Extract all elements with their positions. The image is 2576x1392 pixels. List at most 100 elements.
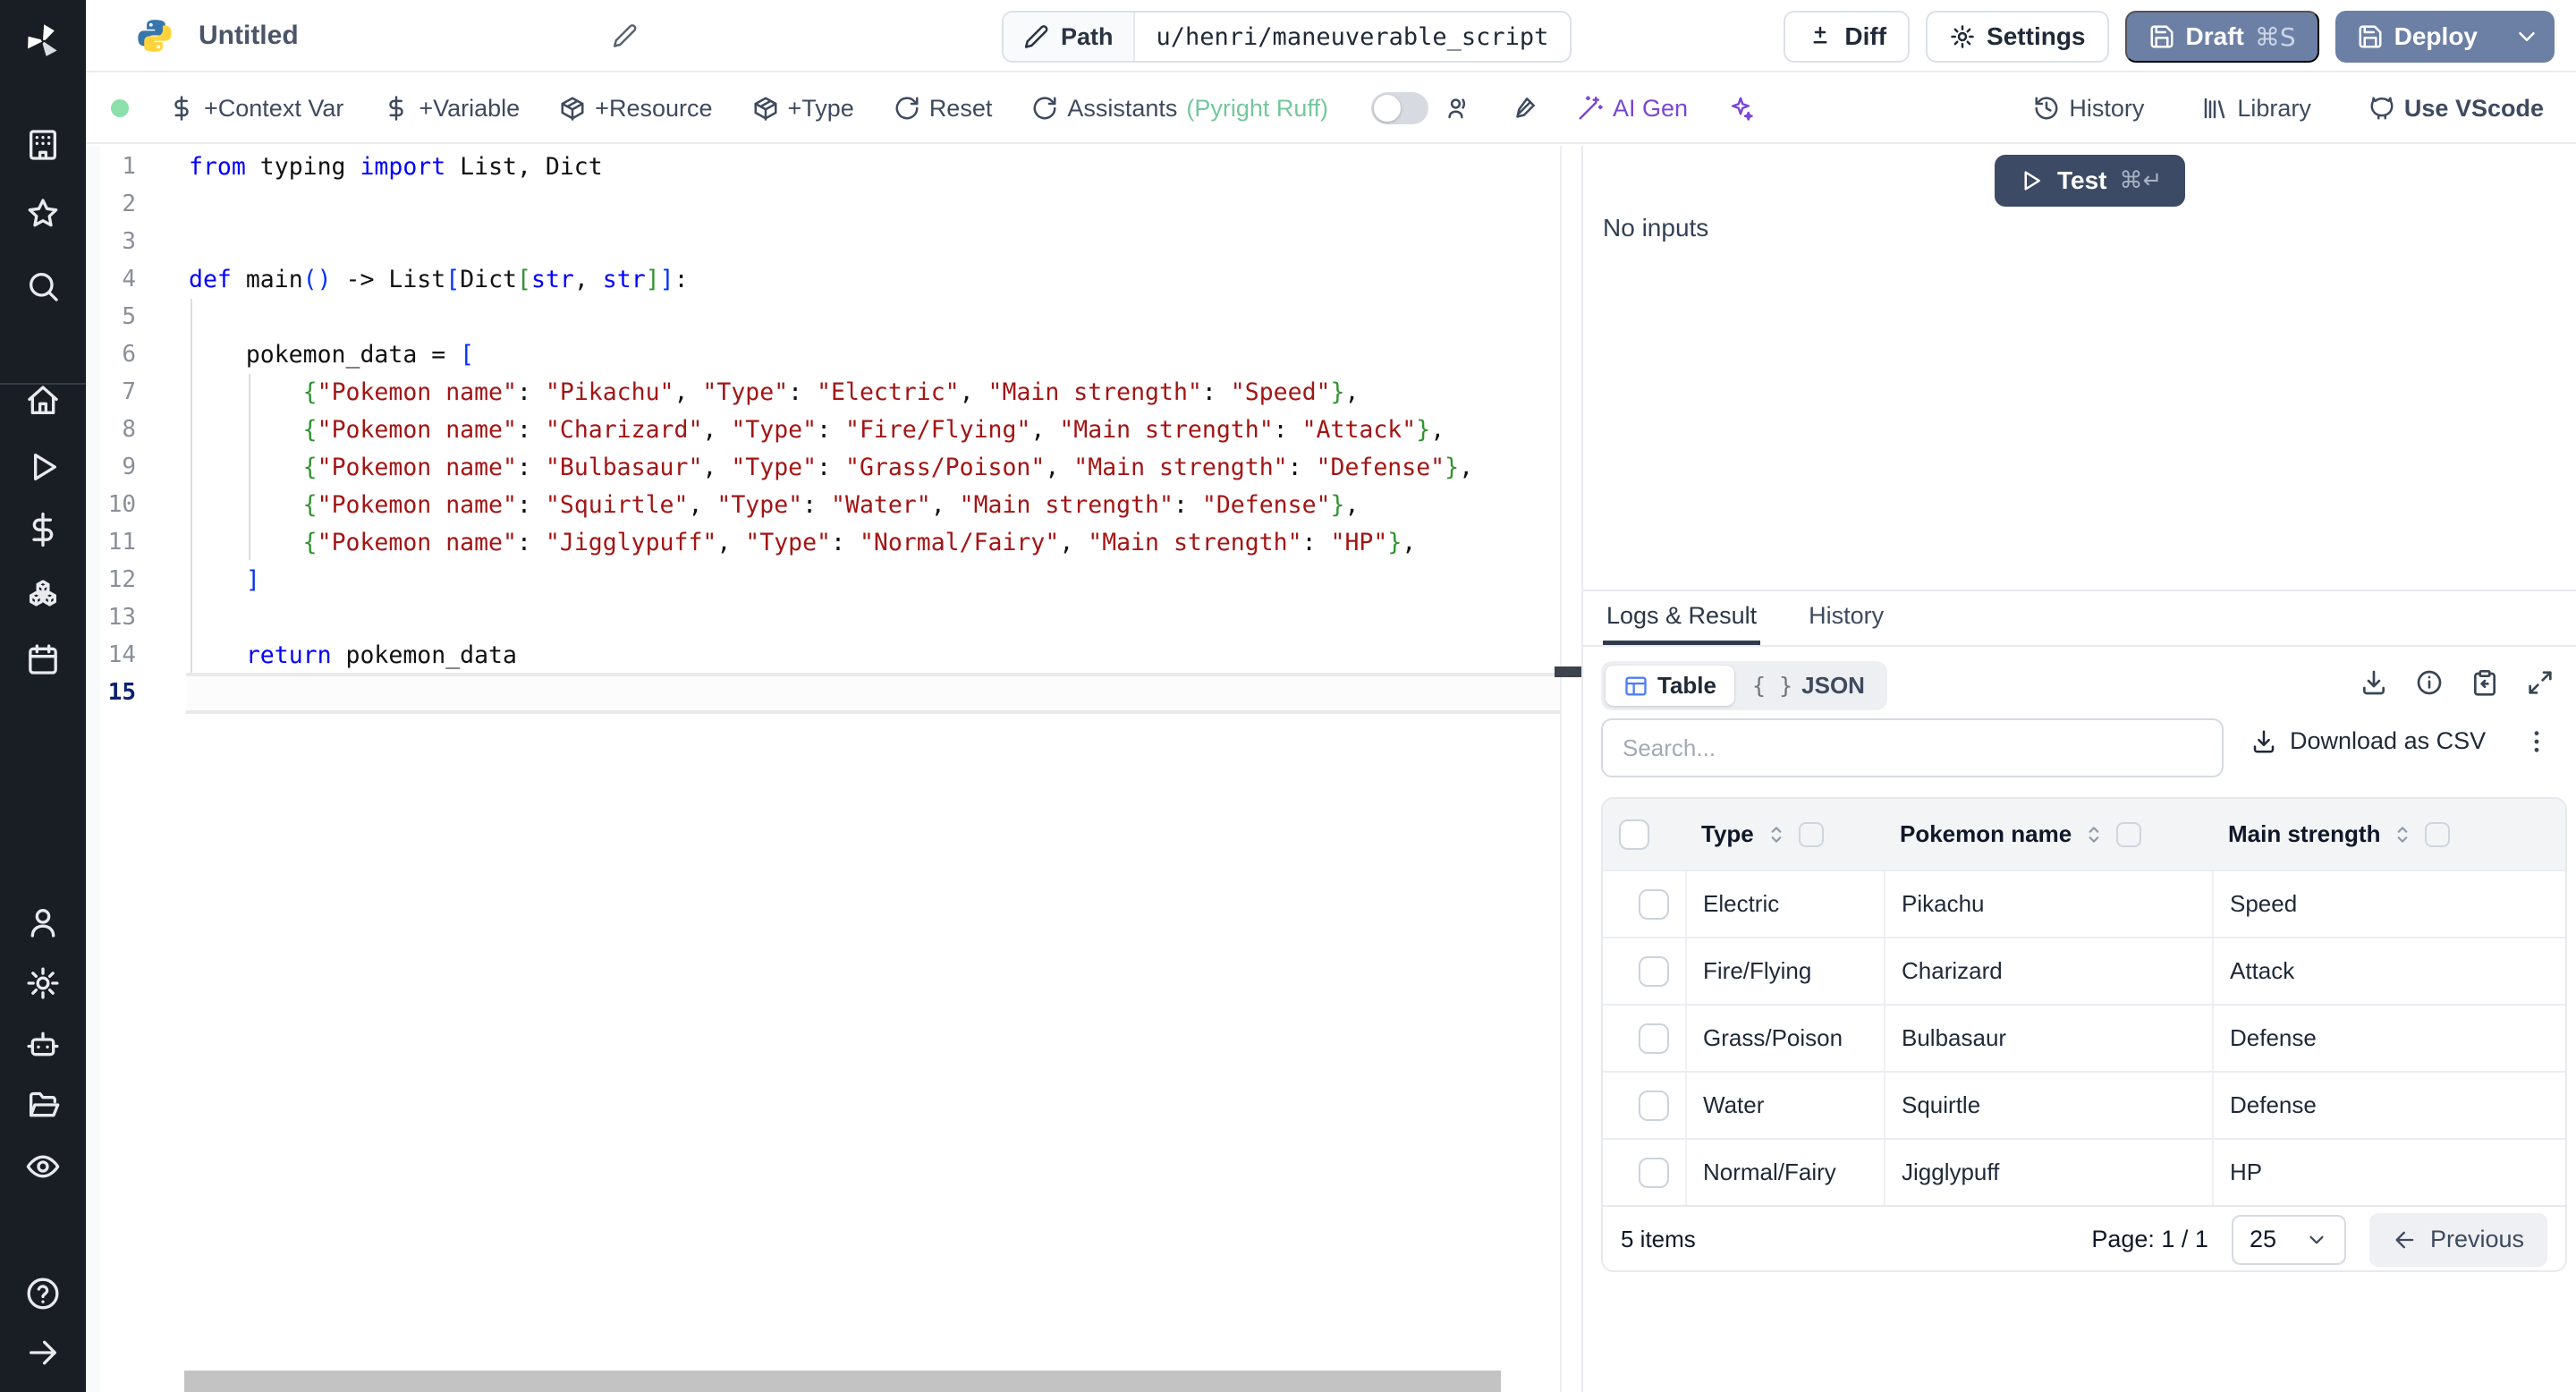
audit-eye-icon[interactable]	[25, 1149, 61, 1184]
draft-button[interactable]: Draft ⌘S	[2124, 11, 2319, 63]
code-line[interactable]: 7 {"Pokemon name": "Pikachu", "Type": "E…	[86, 373, 1560, 411]
table-cell: Fire/Flying	[1685, 938, 1884, 1004]
panel-splitter[interactable]	[1555, 146, 1585, 1392]
column-header-main-strength[interactable]: Main strength	[2212, 820, 2565, 848]
path-value[interactable]: u/henri/maneuverable_script	[1135, 13, 1571, 61]
download-csv-button[interactable]: Download as CSV	[2250, 727, 2486, 755]
folders-icon[interactable]	[25, 1087, 61, 1123]
expand-icon[interactable]	[2526, 668, 2555, 697]
multiplayer-users-icon[interactable]	[1445, 95, 1471, 122]
code-line[interactable]: 11 {"Pokemon name": "Jigglypuff", "Type"…	[86, 523, 1560, 561]
format-brush-icon[interactable]	[1511, 95, 1538, 122]
more-options-kebab-icon[interactable]	[2522, 727, 2551, 760]
code-line[interactable]: 12 ]	[86, 561, 1560, 598]
resources-boxes-icon[interactable]	[25, 577, 61, 613]
reset-button[interactable]: Reset	[894, 95, 992, 123]
users-person-icon[interactable]	[25, 904, 61, 940]
code-line[interactable]: 9 {"Pokemon name": "Bulbasaur", "Type": …	[86, 448, 1560, 486]
code-line[interactable]: 10 {"Pokemon name": "Squirtle", "Type": …	[86, 486, 1560, 523]
table-row[interactable]: Grass/Poison Bulbasaur Defense	[1603, 1004, 2565, 1071]
code-line[interactable]: 8 {"Pokemon name": "Charizard", "Type": …	[86, 411, 1560, 448]
multiplayer-toggle[interactable]	[1370, 92, 1428, 124]
column-header-pokemon-name[interactable]: Pokemon name	[1884, 820, 2212, 848]
home-icon[interactable]	[25, 383, 61, 419]
view-table-button[interactable]: Table	[1606, 666, 1734, 706]
column-toggle[interactable]	[2116, 821, 2142, 847]
path-label: Path	[1004, 13, 1135, 61]
workers-robot-icon[interactable]	[25, 1026, 61, 1062]
deploy-button[interactable]: Deploy	[2334, 11, 2499, 63]
code-line[interactable]: 14 return pokemon_data	[86, 636, 1560, 674]
add-variable-button[interactable]: +Variable	[383, 95, 520, 123]
help-icon[interactable]	[25, 1276, 61, 1311]
row-checkbox[interactable]	[1639, 955, 1669, 987]
ai-gen-button[interactable]: AI Gen	[1577, 95, 1688, 123]
windmill-logo-icon[interactable]	[21, 20, 64, 63]
add-context-var-button[interactable]: +Context Var	[168, 95, 343, 123]
test-button[interactable]: Test ⌘↵	[1995, 155, 2186, 207]
favorites-star-icon[interactable]	[25, 196, 61, 232]
row-checkbox[interactable]	[1639, 888, 1669, 920]
sparkles-icon[interactable]	[1727, 95, 1754, 122]
code-line[interactable]: 13	[86, 598, 1560, 636]
code-editor[interactable]: 1 from typing import List, Dict 2 3 4 def mai…	[86, 146, 1560, 1392]
collapse-arrow-icon[interactable]	[25, 1335, 61, 1371]
variables-dollar-icon[interactable]	[25, 512, 61, 547]
add-type-button[interactable]: +Type	[752, 95, 854, 123]
code-line[interactable]: 5	[86, 298, 1560, 335]
table-row[interactable]: Fire/Flying Charizard Attack	[1603, 937, 2565, 1004]
row-checkbox[interactable]	[1639, 1090, 1669, 1121]
search-input[interactable]	[1601, 718, 2224, 777]
sort-icon[interactable]	[2391, 823, 2414, 846]
table-row[interactable]: Normal/Fairy Jigglypuff HP	[1603, 1138, 2565, 1205]
tab-history[interactable]: History	[1805, 591, 1887, 645]
view-json-button[interactable]: { } JSON	[1734, 666, 1883, 706]
history-button[interactable]: History	[2033, 95, 2144, 123]
page-size-select[interactable]: 25	[2231, 1214, 2346, 1265]
library-button[interactable]: Library	[2201, 95, 2311, 123]
path-control[interactable]: Path u/henri/maneuverable_script	[1002, 11, 1572, 63]
line-number: 10	[107, 491, 136, 518]
info-icon[interactable]	[2415, 668, 2444, 697]
diff-button[interactable]: Diff	[1784, 11, 1911, 63]
select-all-checkbox[interactable]	[1619, 819, 1649, 850]
use-vscode-button[interactable]: Use VScode	[2368, 95, 2544, 123]
schedules-calendar-icon[interactable]	[25, 641, 61, 677]
add-resource-button[interactable]: +Resource	[559, 95, 713, 123]
code-line[interactable]: 6 pokemon_data = [	[86, 335, 1560, 373]
table-cell: Normal/Fairy	[1685, 1140, 1884, 1205]
download-icon[interactable]	[2360, 668, 2388, 697]
code-line[interactable]: 15	[86, 674, 1560, 711]
code-line[interactable]: 2	[86, 185, 1560, 223]
edit-title-pencil-icon[interactable]	[612, 22, 639, 49]
search-icon[interactable]	[25, 268, 61, 304]
line-number: 5	[122, 303, 136, 330]
row-checkbox[interactable]	[1639, 1157, 1669, 1188]
assistants-button[interactable]: Assistants (Pyright Ruff)	[1031, 95, 1328, 123]
workspace-icon[interactable]	[25, 127, 61, 163]
runs-play-icon[interactable]	[25, 449, 61, 485]
line-number: 7	[122, 378, 136, 405]
deploy-dropdown-button[interactable]	[2499, 11, 2555, 63]
column-toggle[interactable]	[1798, 821, 1824, 847]
row-checkbox[interactable]	[1639, 1023, 1669, 1054]
splitter-drag-handle[interactable]	[1555, 666, 1585, 677]
column-toggle[interactable]	[2425, 821, 2451, 847]
table-row[interactable]: Electric Pikachu Speed	[1603, 870, 2565, 937]
code-line[interactable]: 1 from typing import List, Dict	[86, 148, 1560, 185]
code-text: {"Pokemon name": "Squirtle", "Type": "Wa…	[302, 490, 1360, 519]
code-line[interactable]: 4 def main() -> List[Dict[str, str]]:	[86, 260, 1560, 298]
horizontal-scrollbar[interactable]	[184, 1371, 1501, 1392]
sort-icon[interactable]	[2082, 823, 2106, 846]
settings-gear-icon[interactable]	[25, 965, 61, 1001]
previous-page-button[interactable]: Previous	[2368, 1212, 2547, 1267]
code-line[interactable]: 3	[86, 223, 1560, 260]
sort-icon[interactable]	[1765, 823, 1788, 846]
column-header-type[interactable]: Type	[1685, 820, 1884, 848]
copy-clipboard-icon[interactable]	[2470, 668, 2499, 697]
tab-logs-result[interactable]: Logs & Result	[1603, 591, 1761, 645]
preview-panel: Test ⌘↵ No inputs Logs & Result History …	[1581, 146, 2576, 1392]
settings-button[interactable]: Settings	[1926, 11, 2109, 63]
table-row[interactable]: Water Squirtle Defense	[1603, 1071, 2565, 1138]
line-number: 14	[107, 641, 136, 668]
